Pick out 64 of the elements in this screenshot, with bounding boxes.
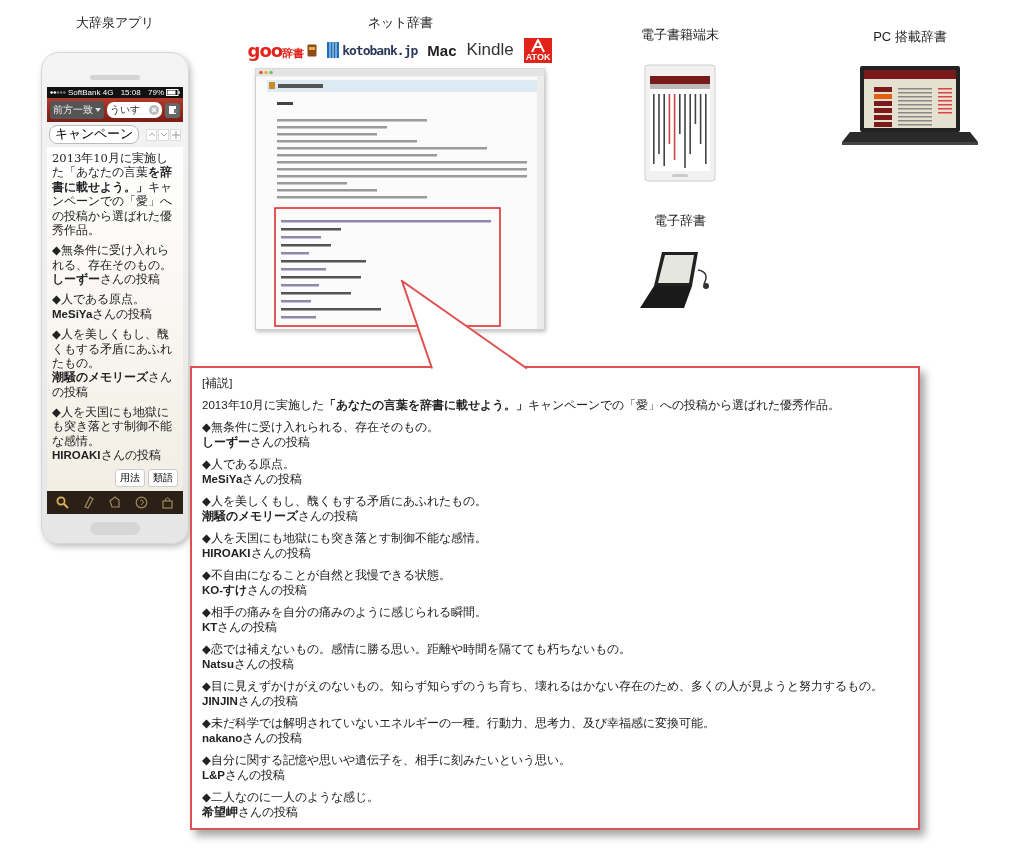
credit-text: MeSiYaさんの投稿 [52, 306, 154, 322]
chevron-up-icon [147, 132, 156, 137]
quote-text: ◆無条件に受け入れられる、存在そのもの。 [202, 420, 440, 435]
credit-text: JINJINさんの投稿 [202, 694, 299, 709]
quote-text: ◆人を美しくもし、醜くもする矛盾にあふれたもの。 [202, 494, 488, 509]
section-title: 大辞泉アプリ [76, 14, 154, 32]
quote-text: ◆相手の痛みを自分の痛みのように感じられる瞬間。 [202, 605, 488, 620]
tool-button[interactable]: 用法 [115, 468, 145, 487]
quote-text: ◆人である原点。 [202, 457, 296, 472]
search-mode-dropdown[interactable]: 前方一致 [50, 101, 104, 119]
section-title: ネット辞書 [367, 14, 433, 32]
intro-text: 2013年10月に実施した「あなたの言葉を辞書に載せよう。」キャンペーンでの「愛」への投稿から選ばれた優秀作品。 [202, 398, 842, 413]
search-icon[interactable] [55, 495, 69, 509]
chevron-down-icon [159, 132, 168, 137]
quote-text: ◆不自由になることが自然と我慢できる状態。 [202, 568, 452, 583]
battery-label: 79% [148, 88, 164, 97]
entry-text: 2013年10月に実施した「あなたの言葉を辞書に載せよう。」キャンペーンでの「愛」への投稿から選ばれた優秀作品。 [52, 151, 173, 238]
battery-icon [166, 89, 180, 96]
service-logo: goo辞書 [247, 39, 305, 61]
quote-text: ◆恋では補えないもの。感情に勝る思い。距離や時間を隔てても朽ちないもの。 [202, 642, 632, 657]
bookmark-icon [167, 105, 178, 115]
credit-text: L&Pさんの投稿 [202, 768, 286, 783]
bag-icon[interactable] [161, 495, 175, 509]
credit-text: しーずーさんの投稿 [52, 272, 161, 287]
clock-label: 15:08 [120, 88, 141, 97]
bookmark-button[interactable] [165, 102, 180, 118]
pencil-icon[interactable] [82, 495, 96, 509]
credit-text: HIROAKIさんの投稿 [202, 546, 312, 561]
credit-text: HIROAKIさんの投稿 [52, 448, 162, 463]
credit-text: しーずーさんの投稿 [202, 435, 311, 450]
service-logo: Kindle [466, 40, 514, 60]
quote-text: ◆人を美しくもし、醜くもする矛盾にあふれたもの。 [52, 327, 173, 371]
quote-text: ◆無条件に受け入れられる、存在そのもの。 [52, 243, 173, 272]
quote-text: ◆人を天国にも地獄にも突き落とす制御不能な感情。 [52, 405, 173, 449]
credit-text: 潮騒のメモリーズさんの投稿 [202, 509, 359, 524]
tool-button[interactable]: 類語 [148, 468, 178, 487]
signal-icon [50, 90, 66, 95]
section-title: 電子書籍端末 [641, 26, 719, 44]
quote-text: ◆人である原点。 [52, 292, 146, 307]
service-logo: kotobank.jp [342, 42, 418, 58]
service-logo: Mac [427, 41, 457, 59]
credit-text: 潮騒のメモリーズさんの投稿 [52, 370, 173, 399]
credit-text: KO-すけさんの投稿 [202, 583, 309, 598]
quote-text: ◆二人なのに一人のような感じ。 [202, 790, 380, 805]
quote-text: ◆自分に関する記憶や思いや遺伝子を、相手に刻みたいという思い。 [202, 753, 572, 768]
search-field[interactable]: ういす [107, 102, 162, 118]
back-button[interactable]: キャンペーン [49, 125, 139, 144]
quote-text: ◆目に見えずかけがえのないもの。知らず知らずのうち育ち、壊れるはかない存在のため、多くの人が見ようと努力するもの。 [202, 679, 884, 694]
caret-icon [95, 108, 101, 112]
credit-text: MeSiYaさんの投稿 [202, 472, 304, 487]
plus-icon [171, 130, 180, 139]
quote-text: ◆未だ科学では解明されていないエネルギーの一種。行動力、思考力、及び幸福感に変換可能。 [202, 716, 716, 731]
carrier-label: SoftBank 4G [68, 88, 114, 97]
section-title: PC 搭載辞書 [873, 28, 947, 46]
heading-text: [補説] [202, 376, 234, 391]
letter-a-icon [530, 38, 547, 53]
section-title: 電子辞書 [654, 212, 706, 230]
credit-text: KTさんの投稿 [202, 620, 279, 635]
credit-text: nakanoさんの投稿 [202, 731, 304, 746]
help-icon[interactable] [134, 495, 148, 509]
service-logo: ATOK [523, 37, 553, 63]
quote-text: ◆人を天国にも地獄にも突き落とす制御不能な感情。 [202, 531, 488, 546]
credit-text: Natsuさんの投稿 [202, 657, 295, 672]
credit-text: 希望岬さんの投稿 [202, 805, 299, 820]
